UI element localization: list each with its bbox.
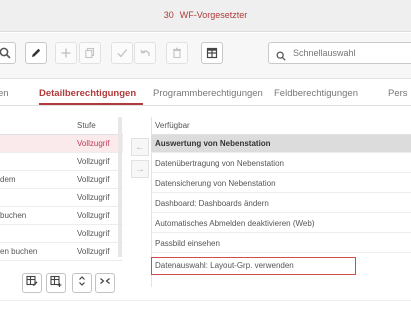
edit-button[interactable] — [25, 42, 47, 64]
list-item[interactable]: Datenübertragung von Nebenstation — [151, 155, 411, 173]
row-name: en buchen — [0, 247, 38, 256]
move-right-button[interactable]: → — [131, 160, 149, 178]
search-icon — [0, 47, 11, 59]
row-stufe: Vollzugrif — [77, 193, 110, 202]
list-item-label: Dashboard: Dashboards ändern — [155, 199, 269, 208]
row-stufe: Vollzugrif — [77, 211, 110, 220]
column-header-stufe: Stufe — [77, 121, 96, 130]
move-left-button[interactable]: ← — [131, 138, 149, 156]
list-item[interactable]: Automatisches Abmelden deaktivieren (Web… — [151, 215, 411, 233]
list-item-highlighted[interactable]: Datenauswahl: Layout-Grp. verwenden — [151, 257, 356, 275]
table-scrollbar[interactable] — [118, 117, 122, 257]
undo-icon — [139, 47, 151, 59]
tab-detailberechtigungen[interactable]: Detailberechtigungen — [39, 88, 136, 99]
list-item-label: Passbild einsehen — [155, 239, 220, 248]
table-row[interactable]: Vollzugrif — [0, 225, 123, 243]
plus-icon — [60, 47, 72, 59]
row-name: dem — [0, 175, 16, 184]
table-row[interactable]: buchen Vollzugrif — [0, 207, 123, 225]
tab-bar: en Detailberechtigungen Programmberechti… — [0, 80, 411, 106]
list-item-label: Datenauswahl: Layout-Grp. verwenden — [155, 261, 294, 270]
row-stufe: Vollzugrif — [77, 175, 110, 184]
window-title: 30 WF-Vorgesetzter — [0, 10, 411, 20]
toolbar — [0, 33, 411, 79]
table-add-button[interactable] — [46, 273, 66, 293]
expand-vertical-icon — [76, 274, 88, 292]
row-stufe: Vollzugrif — [77, 247, 110, 256]
title-bar: 30 WF-Vorgesetzter — [0, 0, 411, 32]
table-edit-icon — [26, 274, 38, 292]
collapse-button[interactable] — [95, 273, 115, 293]
trash-icon — [171, 47, 183, 59]
list-item-label: Auswertung von Nebenstation — [155, 139, 271, 148]
confirm-button[interactable] — [111, 42, 133, 64]
delete-button[interactable] — [166, 42, 188, 64]
table-edit-button[interactable] — [22, 273, 42, 293]
list-item-label: Datensicherung von Nebenstation — [155, 179, 276, 188]
row-stufe: Vollzugrif — [77, 229, 110, 238]
list-item[interactable]: Auswertung von Nebenstation — [151, 135, 411, 153]
check-icon — [116, 47, 128, 59]
table-row[interactable]: Vollzugrif — [0, 135, 123, 153]
copy-button[interactable] — [79, 42, 101, 64]
tab-feldberechtigungen[interactable]: Feldberechtigungen — [274, 88, 358, 99]
table-row[interactable]: dem Vollzugrif — [0, 171, 123, 189]
arrow-right-icon: → — [135, 163, 145, 175]
table-header: Stufe — [0, 117, 123, 135]
undo-button[interactable] — [134, 42, 156, 64]
list-item[interactable]: Datensicherung von Nebenstation — [151, 175, 411, 193]
list-item-label: Automatisches Abmelden deaktivieren (Web… — [155, 219, 315, 228]
expand-button[interactable] — [72, 273, 92, 293]
window-title-text: WF-Vorgesetzter — [179, 10, 248, 20]
grid-view-button[interactable] — [201, 42, 223, 64]
table-row[interactable]: Vollzugrif — [0, 153, 123, 171]
tab-programmberechtigungen[interactable]: Programmberechtigungen — [153, 88, 263, 99]
list-header-label: Verfügbar — [155, 121, 190, 130]
quick-select-input[interactable] — [293, 43, 411, 63]
grid-icon — [206, 47, 218, 59]
list-header: Verfügbar — [151, 117, 411, 135]
row-stufe: Vollzugrif — [77, 157, 110, 166]
tab-previous[interactable]: en — [0, 88, 9, 99]
quick-select-field[interactable] — [268, 42, 411, 64]
arrow-left-icon: ← — [135, 141, 145, 153]
tab-pers[interactable]: Pers — [388, 88, 408, 99]
table-row[interactable]: Vollzugrif — [0, 189, 123, 207]
table-add-icon — [50, 274, 62, 292]
window-number: 30 — [163, 10, 174, 20]
active-tab-indicator — [39, 103, 143, 105]
pencil-icon — [30, 47, 42, 59]
collapse-horizontal-icon — [99, 274, 111, 292]
search-icon — [276, 48, 286, 66]
bottom-divider — [0, 300, 411, 301]
row-name: buchen — [0, 211, 27, 220]
list-item-label: Datenübertragung von Nebenstation — [155, 159, 284, 168]
app-window: 30 WF-Vorgesetzter Schnellauswahl en Det… — [0, 0, 411, 320]
search-button[interactable] — [0, 42, 16, 64]
row-stufe: Vollzugrif — [77, 139, 110, 148]
add-button[interactable] — [55, 42, 77, 64]
copy-icon — [84, 47, 96, 59]
list-item[interactable]: Dashboard: Dashboards ändern — [151, 195, 411, 213]
list-item[interactable]: Passbild einsehen — [151, 235, 411, 253]
table-row[interactable]: en buchen Vollzugrif — [0, 243, 123, 261]
